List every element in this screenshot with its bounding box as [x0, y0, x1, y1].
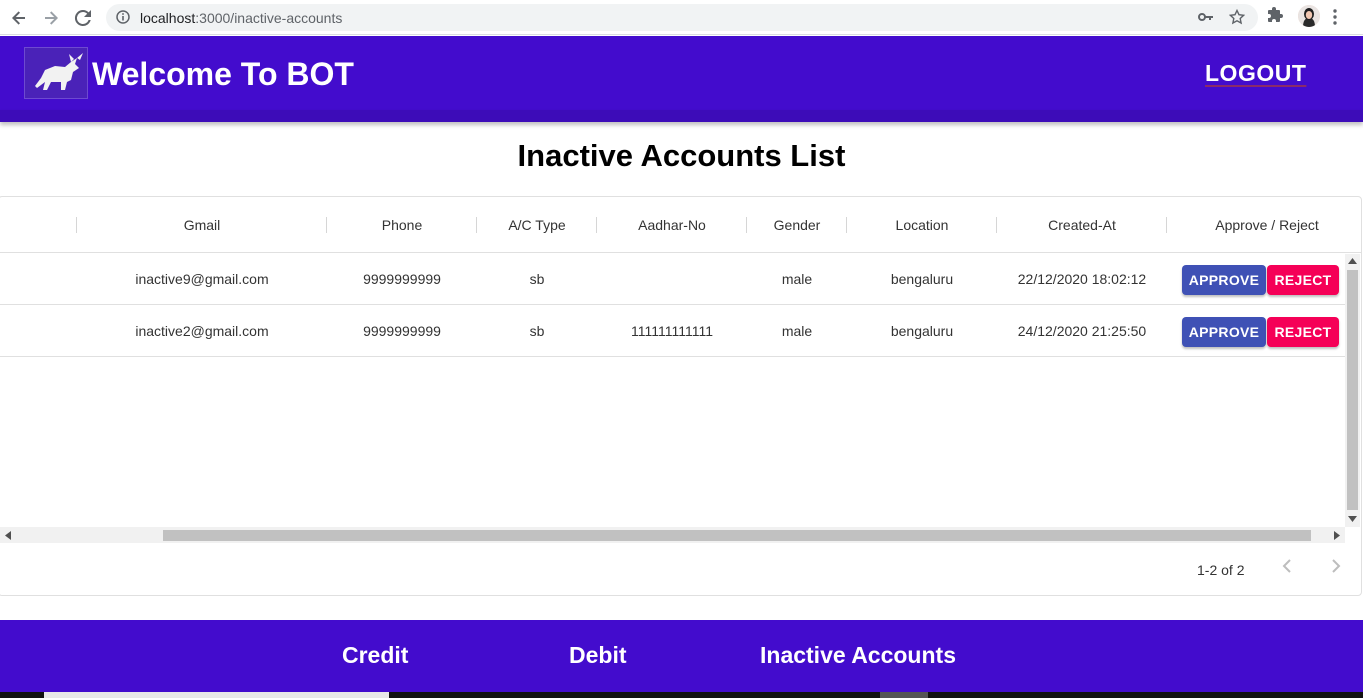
column-header-gmail[interactable]: Gmail — [77, 217, 327, 233]
table-row[interactable]: inactive9@gmail.com 9999999999 sb male b… — [0, 253, 1345, 305]
column-header-created-at[interactable]: Created-At — [997, 217, 1167, 233]
cell-gender: male — [781, 271, 813, 287]
reload-icon[interactable] — [71, 6, 95, 30]
vertical-scroll-thumb[interactable] — [1347, 270, 1358, 510]
cell-created-at: 22/12/2020 18:02:12 — [1017, 271, 1147, 287]
bull-logo[interactable] — [24, 47, 88, 99]
horizontal-scrollbar[interactable] — [0, 527, 1345, 543]
cell-location: bengaluru — [890, 323, 954, 339]
cell-ac-type: sb — [529, 271, 545, 287]
header-shadow — [0, 110, 1363, 122]
footer-link-credit[interactable]: Credit — [342, 642, 408, 669]
horizontal-scroll-thumb[interactable] — [163, 530, 1311, 541]
taskbar-item[interactable] — [880, 692, 928, 698]
cell-location: bengaluru — [890, 271, 954, 287]
reject-button[interactable]: REJECT — [1267, 265, 1339, 295]
approve-button[interactable]: APPROVE — [1182, 317, 1266, 347]
cell-phone: 9999999999 — [363, 323, 441, 339]
logout-button[interactable]: LOGOUT — [1205, 60, 1306, 87]
data-grid: Gmail Phone A/C Type Aadhar-No Gender Lo… — [0, 196, 1362, 596]
column-header-approve-reject[interactable]: Approve / Reject — [1167, 217, 1363, 233]
scroll-up-icon[interactable] — [1348, 258, 1357, 264]
url-text: localhost:3000/inactive-accounts — [140, 10, 343, 26]
chevron-left-icon[interactable] — [1280, 557, 1294, 580]
footer-link-inactive-accounts[interactable]: Inactive Accounts — [760, 642, 956, 669]
star-icon[interactable] — [1228, 8, 1246, 30]
cell-gmail: inactive2@gmail.com — [135, 323, 269, 339]
cell-gender: male — [781, 323, 813, 339]
grid-header: Gmail Phone A/C Type Aadhar-No Gender Lo… — [0, 197, 1361, 253]
approve-button[interactable]: APPROVE — [1182, 265, 1266, 295]
back-icon[interactable] — [7, 6, 31, 30]
cell-ac-type: sb — [529, 323, 545, 339]
info-icon[interactable] — [116, 10, 130, 29]
cell-gmail: inactive9@gmail.com — [135, 271, 269, 287]
column-header-phone[interactable]: Phone — [327, 217, 477, 233]
address-bar[interactable]: localhost:3000/inactive-accounts — [106, 4, 1258, 31]
page-title: Inactive Accounts List — [517, 138, 846, 173]
key-icon[interactable] — [1198, 10, 1214, 29]
footer-nav: Credit Debit Inactive Accounts — [0, 620, 1363, 692]
extensions-icon[interactable] — [1266, 6, 1284, 29]
column-header-gender[interactable]: Gender — [747, 217, 847, 233]
table-row[interactable]: inactive2@gmail.com 9999999999 sb 111111… — [0, 305, 1345, 357]
taskbar-active-item[interactable] — [44, 692, 389, 698]
app-header: Welcome To BOT LOGOUT — [0, 36, 1363, 110]
more-icon[interactable] — [1332, 8, 1338, 31]
os-taskbar — [0, 692, 1363, 698]
app-title: Welcome To BOT — [92, 56, 354, 92]
scroll-left-icon[interactable] — [5, 531, 11, 540]
vertical-scrollbar[interactable] — [1345, 254, 1360, 527]
cell-aadhar: 111111111111 — [630, 323, 713, 339]
chevron-right-icon[interactable] — [1329, 557, 1343, 580]
scroll-right-icon[interactable] — [1334, 531, 1340, 540]
footer-link-debit[interactable]: Debit — [569, 642, 627, 669]
cell-created-at: 24/12/2020 21:25:50 — [1017, 323, 1147, 339]
column-header-ac-type[interactable]: A/C Type — [477, 217, 597, 233]
browser-toolbar: localhost:3000/inactive-accounts — [0, 0, 1363, 35]
profile-avatar[interactable] — [1298, 5, 1320, 27]
scroll-down-icon[interactable] — [1348, 516, 1357, 522]
forward-icon[interactable] — [39, 6, 63, 30]
reject-button[interactable]: REJECT — [1267, 317, 1339, 347]
column-header-aadhar[interactable]: Aadhar-No — [597, 217, 747, 233]
column-header-location[interactable]: Location — [847, 217, 997, 233]
cell-phone: 9999999999 — [363, 271, 441, 287]
pagination-info: 1-2 of 2 — [1197, 562, 1245, 578]
